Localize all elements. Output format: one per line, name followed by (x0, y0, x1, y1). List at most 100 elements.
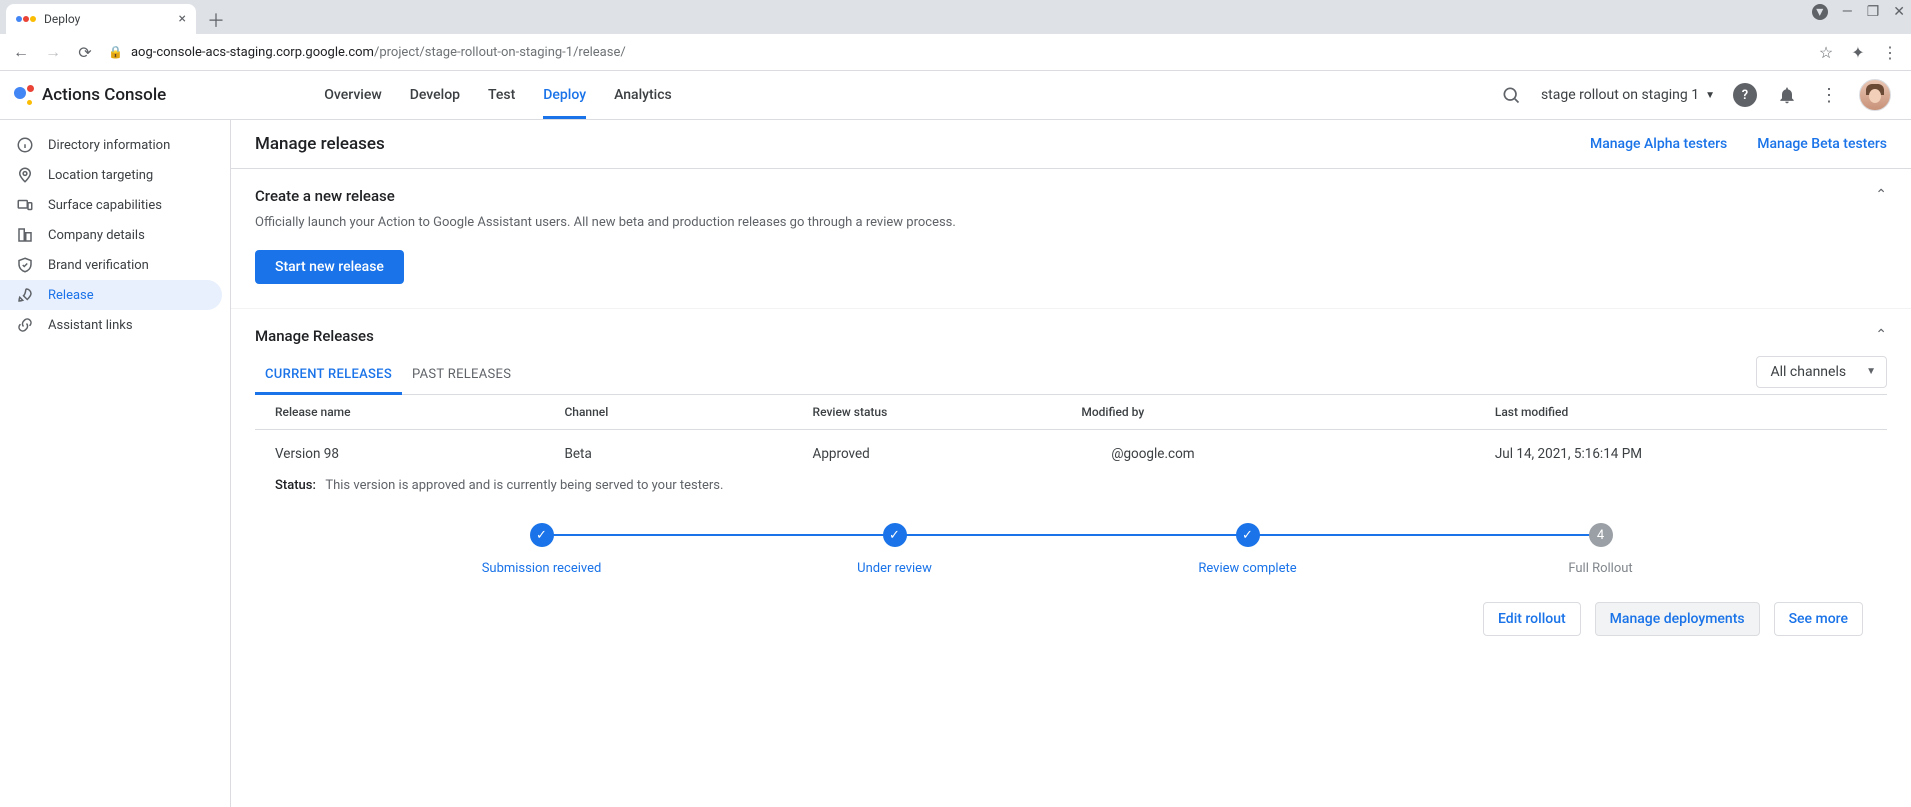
manage-releases-section: ⌃ Manage Releases CURRENT RELEASES PAST … (231, 309, 1911, 684)
nav-develop[interactable]: Develop (410, 71, 460, 119)
sidebar-item-label: Brand verification (48, 258, 149, 273)
chevron-down-icon: ▼ (1705, 90, 1715, 101)
restore-icon[interactable]: ❐ (1867, 4, 1880, 20)
devices-icon (16, 196, 34, 214)
close-window-icon[interactable]: ✕ (1893, 4, 1905, 20)
main-nav: Overview Develop Test Deploy Analytics (324, 71, 671, 119)
start-new-release-button[interactable]: Start new release (255, 250, 404, 284)
sidebar: Directory information Location targeting… (0, 120, 231, 807)
step-full-rollout: 4 Full Rollout (1424, 523, 1777, 576)
sidebar-item-brand-verification[interactable]: Brand verification (0, 250, 222, 280)
link-icon (16, 316, 34, 334)
more-icon[interactable]: ⋮ (1817, 85, 1841, 106)
chevron-up-icon[interactable]: ⌃ (1875, 327, 1887, 343)
step-label: Submission received (482, 561, 602, 576)
window-controls: ▾ ― ❐ ✕ (1812, 4, 1905, 20)
cell-release-name: Version 98 (275, 446, 564, 462)
url-host: aog-console-acs-staging.corp.google.com (131, 45, 374, 60)
check-icon: ✓ (1236, 523, 1260, 547)
cell-review-status: Approved (813, 446, 1082, 462)
close-icon[interactable]: × (179, 11, 186, 27)
status-block: Status: This version is approved and is … (255, 478, 1887, 503)
check-icon: ✓ (530, 523, 554, 547)
tab-current-releases[interactable]: CURRENT RELEASES (255, 355, 402, 394)
step-label: Review complete (1198, 561, 1296, 576)
sidebar-item-label: Directory information (48, 138, 170, 153)
step-review-complete: ✓ Review complete (1071, 523, 1424, 576)
manage-alpha-link[interactable]: Manage Alpha testers (1590, 136, 1727, 152)
manage-releases-heading: Manage Releases (255, 327, 1887, 345)
cell-modified-by: @google.com (1081, 446, 1495, 462)
table-row[interactable]: Version 98 Beta Approved @google.com Jul… (255, 430, 1887, 478)
notifications-icon[interactable] (1775, 85, 1799, 105)
manage-deployments-button[interactable]: Manage deployments (1595, 602, 1760, 636)
search-icon[interactable] (1499, 85, 1523, 105)
nav-deploy[interactable]: Deploy (543, 71, 586, 119)
review-stepper: ✓ Submission received ✓ Under review ✓ R… (255, 503, 1887, 586)
help-icon[interactable]: ? (1733, 83, 1757, 107)
step-label: Full Rollout (1568, 561, 1632, 576)
shield-check-icon (16, 256, 34, 274)
nav-overview[interactable]: Overview (324, 71, 381, 119)
address-row: ← → ⟳ 🔒 aog-console-acs-staging.corp.goo… (0, 34, 1911, 71)
project-picker[interactable]: stage rollout on staging 1 ▼ (1541, 87, 1715, 103)
sidebar-item-label: Location targeting (48, 168, 153, 183)
chrome-menu-icon[interactable]: ⋮ (1881, 43, 1899, 62)
page-titlebar: Manage releases Manage Alpha testers Man… (231, 120, 1911, 169)
reload-icon[interactable]: ⟳ (76, 43, 94, 62)
sidebar-item-label: Assistant links (48, 318, 133, 333)
create-release-section: ⌃ Create a new release Officially launch… (231, 169, 1911, 309)
tab-past-releases[interactable]: PAST RELEASES (402, 355, 521, 394)
account-chip-icon[interactable]: ▾ (1812, 4, 1828, 20)
releases-table: Release name Channel Review status Modif… (255, 395, 1887, 478)
extensions-icon[interactable]: ✦ (1849, 43, 1867, 62)
channel-filter-select[interactable]: All channels ▼ (1756, 356, 1888, 388)
manage-beta-link[interactable]: Manage Beta testers (1757, 136, 1887, 152)
step-submission-received: ✓ Submission received (365, 523, 718, 576)
sidebar-item-label: Surface capabilities (48, 198, 162, 213)
back-icon[interactable]: ← (12, 42, 30, 62)
assistant-logo: Actions Console (14, 85, 166, 105)
create-release-desc: Officially launch your Action to Google … (255, 215, 1887, 230)
channel-filter-value: All channels (1771, 364, 1847, 380)
sidebar-item-company-details[interactable]: Company details (0, 220, 222, 250)
minimize-icon[interactable]: ― (1842, 4, 1853, 20)
chevron-down-icon: ▼ (1866, 366, 1876, 377)
cell-channel: Beta (564, 446, 812, 462)
app-title: Actions Console (42, 85, 166, 105)
assistant-favicon (16, 16, 36, 22)
see-more-button[interactable]: See more (1774, 602, 1863, 636)
lock-icon: 🔒 (108, 45, 123, 59)
star-icon[interactable]: ☆ (1817, 43, 1835, 62)
col-release-name: Release name (275, 405, 564, 419)
sidebar-item-label: Release (48, 288, 94, 303)
step-number-icon: 4 (1589, 523, 1613, 547)
browser-tab[interactable]: Deploy × (6, 4, 196, 34)
sidebar-item-assistant-links[interactable]: Assistant links (0, 310, 222, 340)
business-icon (16, 226, 34, 244)
page-title: Manage releases (255, 134, 385, 154)
chevron-up-icon[interactable]: ⌃ (1875, 187, 1887, 203)
step-under-review: ✓ Under review (718, 523, 1071, 576)
release-subtabs: CURRENT RELEASES PAST RELEASES All chann… (255, 355, 1887, 395)
edit-rollout-button[interactable]: Edit rollout (1483, 602, 1581, 636)
forward-icon: → (44, 42, 62, 62)
row-actions: Edit rollout Manage deployments See more (255, 586, 1887, 660)
status-label: Status: (275, 478, 316, 493)
sidebar-item-location-targeting[interactable]: Location targeting (0, 160, 222, 190)
status-text: This version is approved and is currentl… (325, 478, 723, 493)
col-modified-by: Modified by (1081, 405, 1495, 419)
tab-strip: Deploy × ＋ ▾ ― ❐ ✕ (0, 0, 1911, 34)
sidebar-item-surface-capabilities[interactable]: Surface capabilities (0, 190, 222, 220)
assistant-glyph-icon (14, 85, 34, 105)
table-header: Release name Channel Review status Modif… (255, 395, 1887, 430)
new-tab-button[interactable]: ＋ (202, 6, 230, 34)
project-name: stage rollout on staging 1 (1541, 87, 1699, 103)
nav-analytics[interactable]: Analytics (614, 71, 672, 119)
rocket-icon (16, 286, 34, 304)
sidebar-item-directory-information[interactable]: Directory information (0, 130, 222, 160)
nav-test[interactable]: Test (488, 71, 515, 119)
avatar[interactable] (1859, 79, 1891, 111)
sidebar-item-release[interactable]: Release (0, 280, 222, 310)
address-bar[interactable]: 🔒 aog-console-acs-staging.corp.google.co… (108, 45, 1803, 60)
